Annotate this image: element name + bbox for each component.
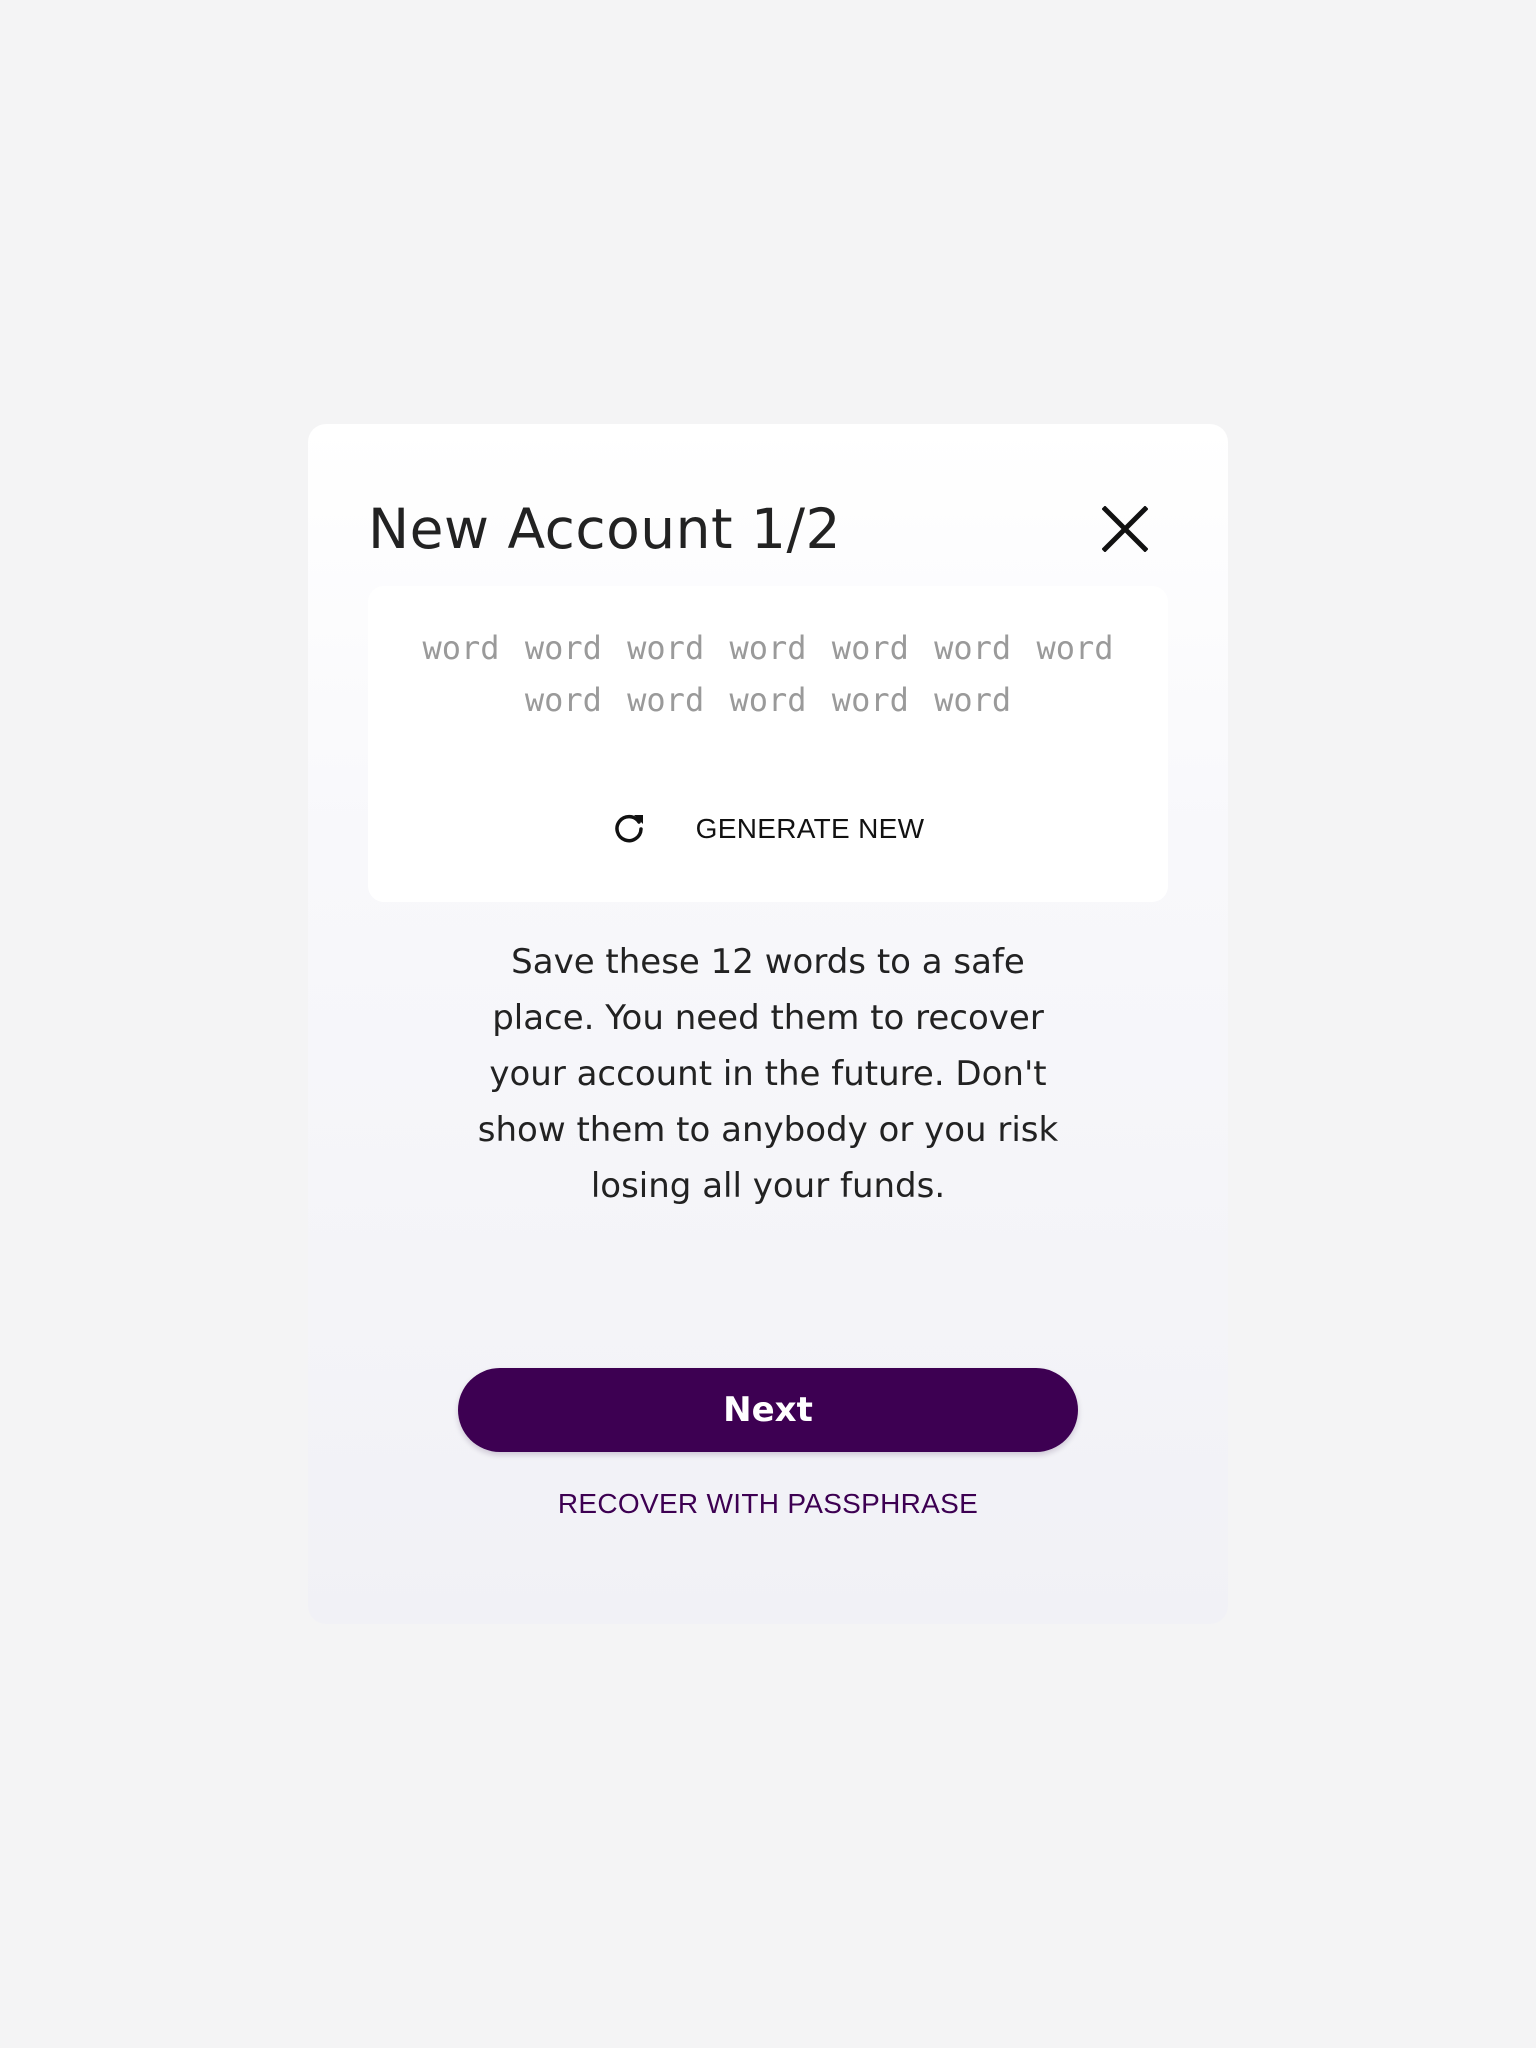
- next-button[interactable]: Next: [458, 1368, 1078, 1452]
- passphrase-words: word word word word word word word word …: [422, 629, 1114, 719]
- generate-new-button[interactable]: GENERATE NEW: [368, 800, 1168, 858]
- new-account-dialog: New Account 1/2 word word word word word…: [308, 424, 1228, 1624]
- close-icon: [1102, 506, 1148, 552]
- dialog-title: New Account 1/2: [368, 497, 842, 561]
- generate-new-label: GENERATE NEW: [695, 813, 925, 844]
- backup-instructions: Save these 12 words to a safe place. You…: [477, 942, 1059, 1206]
- passphrase-box: word word word word word word word word …: [368, 586, 1168, 902]
- close-button[interactable]: [1102, 506, 1148, 552]
- refresh-icon: [612, 812, 646, 846]
- recover-with-passphrase-link[interactable]: RECOVER WITH PASSPHRASE: [308, 1488, 1228, 1520]
- dialog-header: New Account 1/2: [368, 494, 1168, 564]
